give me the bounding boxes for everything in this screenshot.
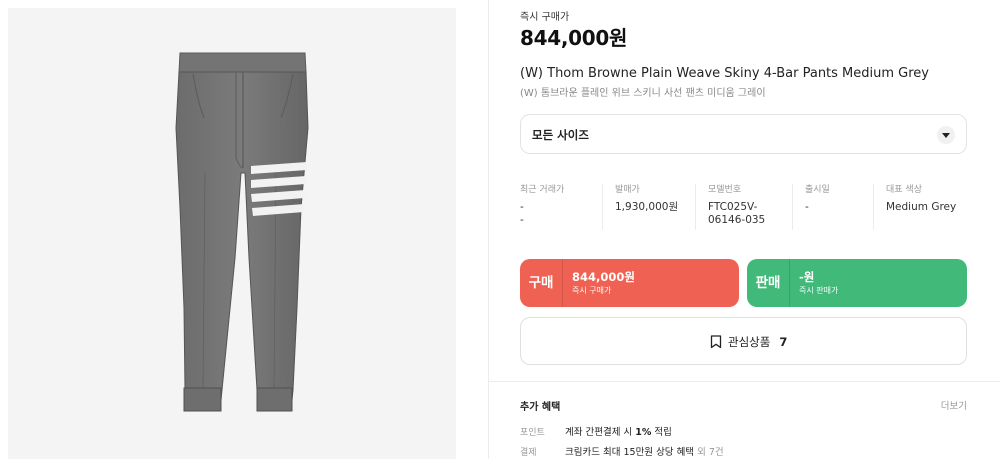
wish-count: 7: [779, 335, 788, 349]
info-value: FTC025V-: [708, 201, 758, 213]
info-header: 모델번호: [708, 185, 742, 195]
product-image: [8, 8, 456, 459]
benefit-key: 포인트: [520, 428, 545, 438]
info-model-number: 모델번호 FTC025V- 06146-035: [695, 184, 792, 230]
sell-button-kind: 판매: [747, 259, 790, 307]
info-release-price: 발매가 1,930,000원: [602, 184, 695, 230]
horizontal-divider: [488, 381, 1000, 382]
info-recent-price: 최근 거래가 - -: [520, 184, 602, 230]
info-value: 06146-035: [708, 214, 766, 226]
product-info-table: 최근 거래가 - - 발매가 1,930,000원 모델번호 FTC025V- …: [520, 184, 967, 230]
benefit-extra: 외 7건: [694, 447, 724, 458]
info-header: 최근 거래가: [520, 185, 565, 195]
benefit-key: 결제: [520, 448, 537, 458]
sell-button-sub: 즉시 판매가: [799, 286, 839, 295]
benefit-row-payment: 결제 크림카드 최대 15만원 상당 혜택 외 7건: [520, 444, 724, 458]
buy-button-kind: 구매: [520, 259, 563, 307]
info-color: 대표 색상 Medium Grey: [873, 184, 967, 230]
info-value: -: [520, 214, 524, 226]
benefits-title: 추가 혜택: [520, 402, 561, 413]
bookmark-icon: [710, 335, 722, 349]
benefit-row-point: 포인트 계좌 간편결제 시 1% 적립: [520, 424, 672, 438]
sell-button-amount: -원: [799, 270, 815, 284]
size-select-label: 모든 사이즈: [532, 128, 589, 142]
info-header: 발매가: [615, 185, 640, 195]
info-header: 대표 색상: [886, 185, 922, 195]
price: 844,000원: [520, 26, 628, 50]
vertical-divider: [488, 0, 489, 459]
benefit-text: 계좌 간편결제 시: [565, 427, 636, 438]
info-value: -: [805, 201, 809, 213]
buy-button-sub: 즉시 구매가: [572, 286, 612, 295]
price-label: 즉시 구매가: [520, 12, 570, 23]
buy-button-amount: 844,000원: [572, 270, 635, 284]
more-link[interactable]: 더보기: [941, 398, 967, 412]
wish-button[interactable]: 관심상품 7: [520, 317, 967, 365]
info-release-date: 출시일 -: [792, 184, 873, 230]
info-header: 출시일: [805, 185, 830, 195]
benefit-text: 적립: [651, 427, 672, 438]
info-value: 1,930,000원: [615, 201, 679, 213]
product-title-en: (W) Thom Browne Plain Weave Skiny 4-Bar …: [520, 66, 929, 81]
wish-label: 관심상품: [728, 335, 771, 349]
pants-image: [175, 52, 309, 412]
info-value: -: [520, 201, 524, 213]
size-select[interactable]: 모든 사이즈: [520, 114, 967, 154]
benefit-text: 크림카드 최대 15만원 상당 혜택: [565, 447, 695, 458]
buy-button[interactable]: 구매 844,000원 즉시 구매가: [520, 259, 739, 307]
product-title-ko: (W) 톰브라운 플레인 위브 스키니 사선 팬츠 미디움 그레이: [520, 88, 766, 99]
info-value: Medium Grey: [886, 201, 957, 213]
sell-button[interactable]: 판매 -원 즉시 판매가: [747, 259, 967, 307]
chevron-down-icon: [937, 126, 955, 144]
benefit-highlight: 1%: [635, 427, 652, 438]
